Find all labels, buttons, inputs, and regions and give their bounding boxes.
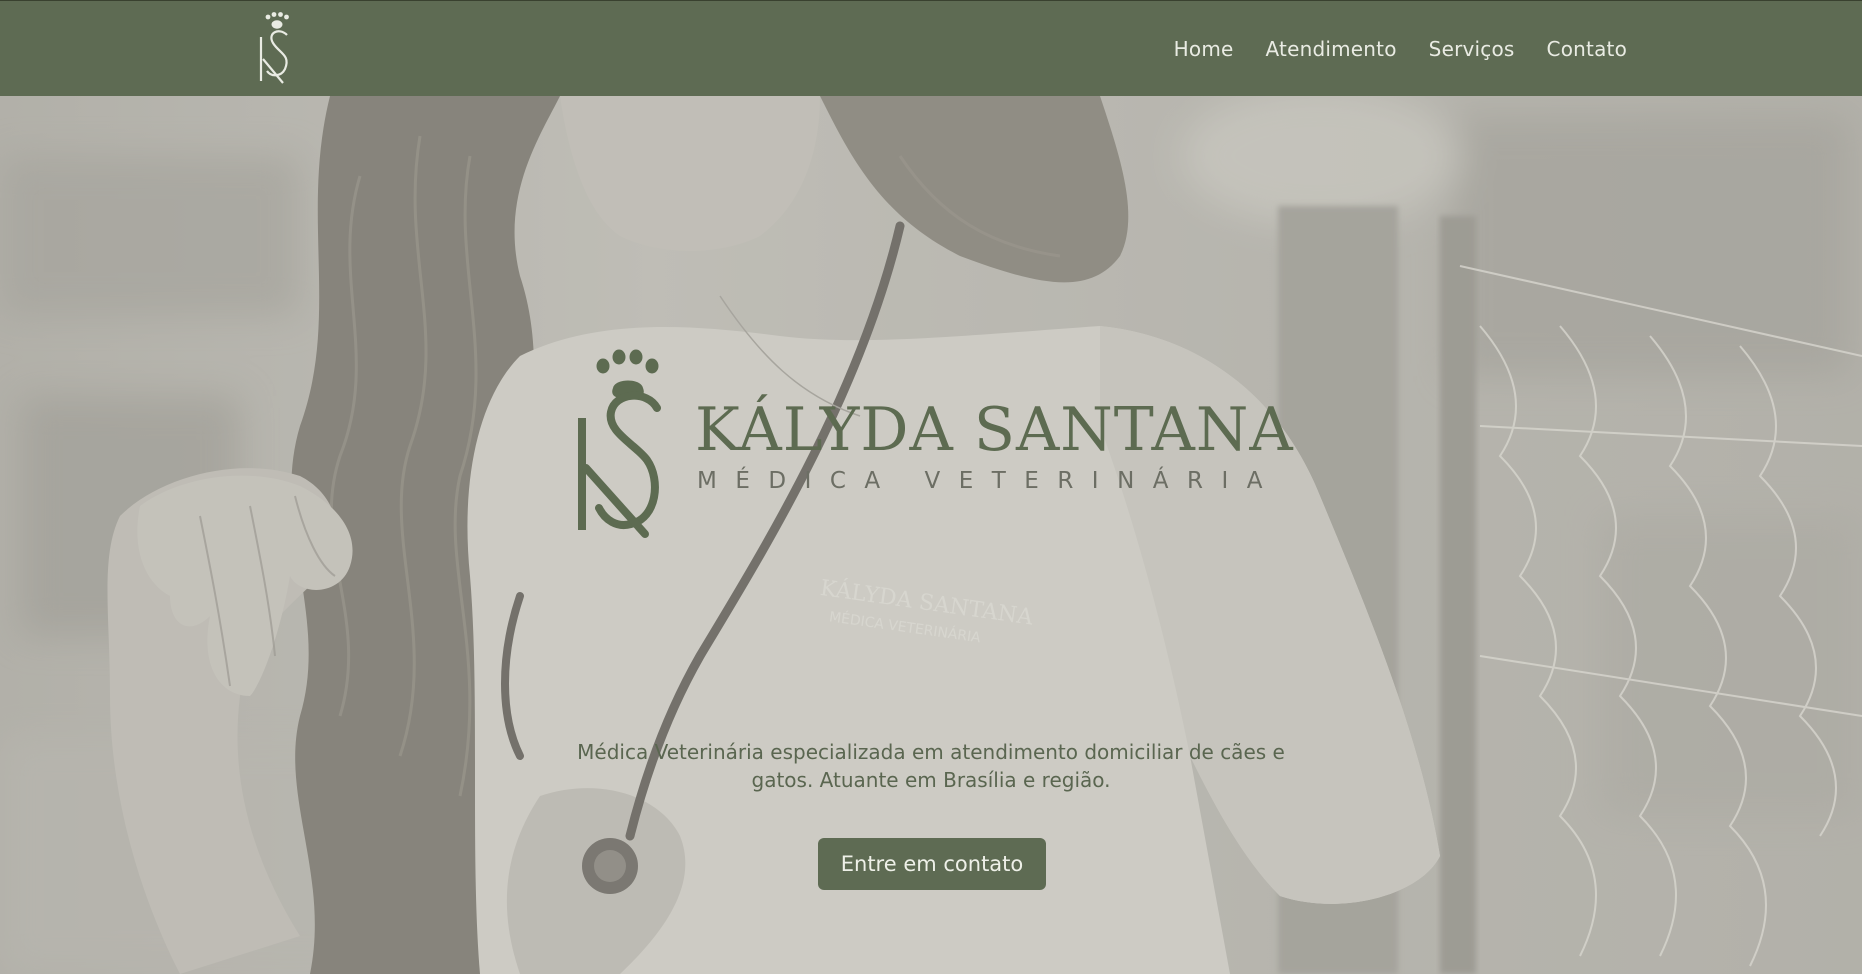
brand-subtitle: MÉDICA VETERINÁRIA bbox=[697, 468, 1282, 494]
nav-link-servicos[interactable]: Serviços bbox=[1429, 37, 1515, 61]
ks-paw-monogram-icon bbox=[578, 349, 661, 538]
nav-link-home[interactable]: Home bbox=[1174, 37, 1234, 61]
nav-link-contato[interactable]: Contato bbox=[1547, 37, 1627, 61]
nav-link-atendimento[interactable]: Atendimento bbox=[1266, 37, 1397, 61]
site-header: Home Atendimento Serviços Contato bbox=[0, 0, 1862, 96]
ks-paw-monogram-icon[interactable] bbox=[255, 11, 299, 87]
hero-tagline: Médica Veterinária especializada em aten… bbox=[577, 740, 1285, 792]
brand-name: KÁLYDA SANTANA bbox=[695, 395, 1294, 465]
main-nav: Home Atendimento Serviços Contato bbox=[1174, 37, 1627, 61]
hero-section: KÁLYDA SANTANA MÉDICA VETERINÁRIA KÁLYDA… bbox=[0, 96, 1862, 974]
contact-button[interactable]: Entre em contato bbox=[818, 838, 1046, 890]
brand-logo: KÁLYDA SANTANA MÉDICA VETERINÁRIA bbox=[575, 348, 1295, 538]
